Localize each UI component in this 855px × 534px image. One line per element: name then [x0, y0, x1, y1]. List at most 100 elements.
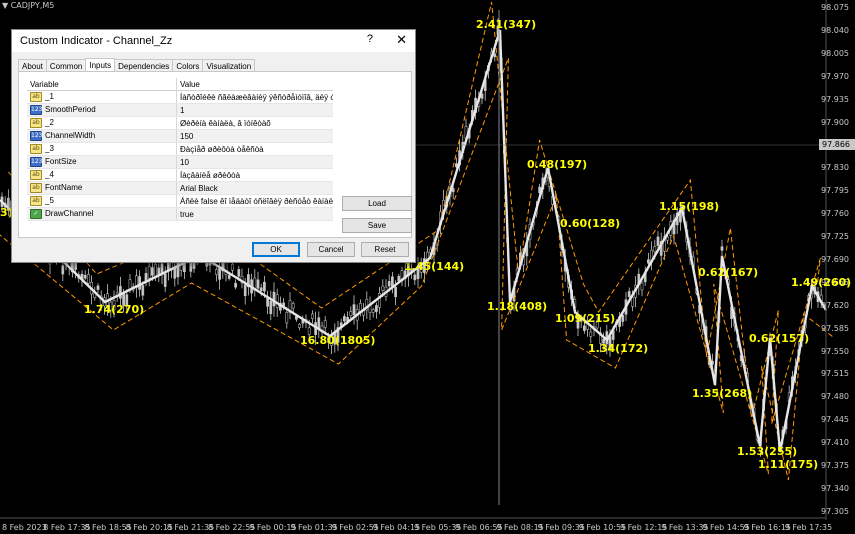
param-row[interactable]: ab _2 Øèðèíà êàíàëà, â ïóíêòàõ — [27, 116, 333, 130]
cancel-button[interactable]: Cancel — [307, 242, 355, 257]
candle-body — [640, 282, 644, 291]
close-button[interactable]: ✕ — [396, 32, 407, 48]
param-variable-name: _5 — [45, 196, 54, 206]
param-row[interactable]: ab _5 Áñëè false êî ìåäàòî óñëîâèÿ ðèñóåò … — [27, 194, 333, 208]
candle-body — [298, 324, 301, 328]
candle-body — [352, 304, 356, 316]
candle-body — [394, 286, 397, 298]
price-tick-label: 97.900 — [821, 117, 849, 127]
time-tick-label: 8 Feb 2023 — [2, 523, 47, 532]
candle-body — [272, 291, 276, 307]
price-tick-label: 97.375 — [821, 461, 849, 470]
candle-body — [266, 297, 269, 307]
candle-body — [243, 284, 247, 296]
ok-button[interactable]: OK — [252, 242, 300, 257]
param-row[interactable]: ab FontName Arial Black — [27, 181, 333, 195]
param-variable: ab _3 — [27, 142, 177, 156]
param-variable-name: _1 — [45, 92, 54, 102]
candle-body — [119, 286, 122, 299]
zigzag-extremum-label: 1.18(408) — [487, 300, 548, 313]
candle-body — [259, 287, 263, 291]
candle-body — [269, 300, 273, 315]
current-price-marker: 97.866 — [819, 139, 855, 150]
string-type-icon: ab — [30, 144, 42, 154]
candle-body — [311, 313, 314, 319]
number-type-icon: 123 — [30, 157, 43, 167]
price-tick-label: 97.620 — [821, 300, 849, 310]
param-row[interactable]: ab _4 Íàçâàíèå øðèôòà — [27, 168, 333, 182]
price-tick-label: 98.005 — [821, 48, 849, 58]
candle-body — [237, 269, 241, 277]
number-type-icon: 123 — [30, 105, 43, 115]
candle-body — [493, 53, 497, 58]
param-row[interactable]: 123 SmoothPeriod 1 — [27, 103, 333, 117]
candle-body — [387, 281, 391, 287]
load-button[interactable]: Load — [342, 196, 412, 211]
zigzag-extremum-label: 16.80(1805) — [300, 334, 376, 347]
param-value[interactable]: Arial Black — [176, 181, 333, 195]
zigzag-extremum-label: 2.41(347) — [476, 18, 537, 31]
string-type-icon: ab — [30, 183, 42, 193]
param-variable: ✓ DrawChannel — [27, 207, 177, 221]
param-variable: 123 FontSize — [27, 155, 177, 169]
string-type-icon: ab — [30, 196, 42, 206]
candle-body — [381, 285, 385, 291]
number-type-icon: 123 — [30, 131, 43, 141]
inputs-table: Variable Value ab _1 Íàñòðîéêè ñãëàæèâàíèÿ… — [27, 78, 333, 221]
param-value[interactable]: Øèðèíà êàíàëà, â ïóíêòàõ — [176, 116, 333, 130]
param-variable-name: _4 — [45, 170, 54, 180]
bool-type-icon: ✓ — [30, 209, 42, 219]
reset-button[interactable]: Reset — [361, 242, 409, 257]
param-row[interactable]: ab _1 Íàñòðîéêè ñãëàæèâàíèÿ ýêñòðåìóìîâ, ä… — [27, 90, 333, 104]
candle-body — [413, 274, 417, 281]
string-type-icon: ab — [30, 118, 42, 128]
param-value[interactable]: Ðàçìåð øðèôòà òåêñòà — [176, 142, 333, 156]
candle-body — [163, 273, 167, 287]
price-tick-label: 97.340 — [821, 483, 849, 493]
param-row[interactable]: 123 ChannelWidth 150 — [27, 129, 333, 143]
zigzag-extremum-label: 0.62(157) — [749, 332, 810, 345]
candle-body — [371, 309, 375, 313]
param-value[interactable]: 10 — [176, 155, 333, 169]
param-variable-name: _3 — [45, 144, 54, 154]
param-row[interactable]: ✓ DrawChannel true — [27, 207, 333, 221]
indicator-dialog: Custom Indicator - Channel_Zz ? ✕ About C… — [11, 29, 416, 263]
param-variable-name: DrawChannel — [45, 209, 94, 219]
zigzag-extremum-label: 1.74(270) — [84, 303, 145, 316]
candle-body — [87, 274, 90, 284]
candle-body — [128, 279, 132, 290]
dialog-title: Custom Indicator - Channel_Zz — [20, 35, 173, 47]
price-tick-label: 97.760 — [821, 209, 849, 219]
candle-body — [275, 294, 279, 308]
zigzag-extremum-label: 1.15(198) — [659, 200, 720, 213]
candle-body — [317, 317, 321, 329]
param-row[interactable]: ab _3 Ðàçìåð øðèôòà òåêñòà — [27, 142, 333, 156]
dialog-titlebar[interactable]: Custom Indicator - Channel_Zz ? ✕ — [12, 30, 415, 52]
param-row[interactable]: 123 FontSize 10 — [27, 155, 333, 169]
param-value[interactable]: Áñëè false êî ìåäàòî óñëîâèÿ ðèñóåò êàíà… — [176, 194, 333, 208]
price-tick-label: 98.075 — [821, 3, 849, 12]
param-value[interactable]: Íàñòðîéêè ñãëàæèâàíèÿ ýêñòðåìóìîâ, äëÿ ó… — [176, 90, 333, 104]
price-tick-label: 97.305 — [821, 506, 849, 516]
candle-body — [83, 274, 87, 279]
param-variable: ab _4 — [27, 168, 177, 182]
candle-body — [141, 285, 145, 296]
param-value[interactable]: true — [176, 207, 333, 221]
price-tick-label: 97.550 — [821, 346, 849, 356]
candle-body — [231, 263, 234, 271]
help-button[interactable]: ? — [367, 33, 373, 45]
candle-body — [666, 236, 669, 241]
table-header: Variable Value — [27, 78, 333, 91]
candle-body — [234, 282, 237, 288]
param-value[interactable]: 150 — [176, 129, 333, 143]
param-value[interactable]: Íàçâàíèå øðèôòà — [176, 168, 333, 182]
dropdown-triangle-icon[interactable]: ▼ — [2, 1, 8, 10]
param-value[interactable]: 1 — [176, 103, 333, 117]
save-button[interactable]: Save — [342, 218, 412, 233]
candle-body — [397, 276, 401, 282]
candle-body — [589, 331, 593, 337]
candle-body — [285, 312, 289, 324]
price-tick-label: 98.040 — [821, 25, 849, 35]
price-tick-label: 97.690 — [821, 254, 849, 264]
param-variable: 123 ChannelWidth — [27, 129, 177, 143]
